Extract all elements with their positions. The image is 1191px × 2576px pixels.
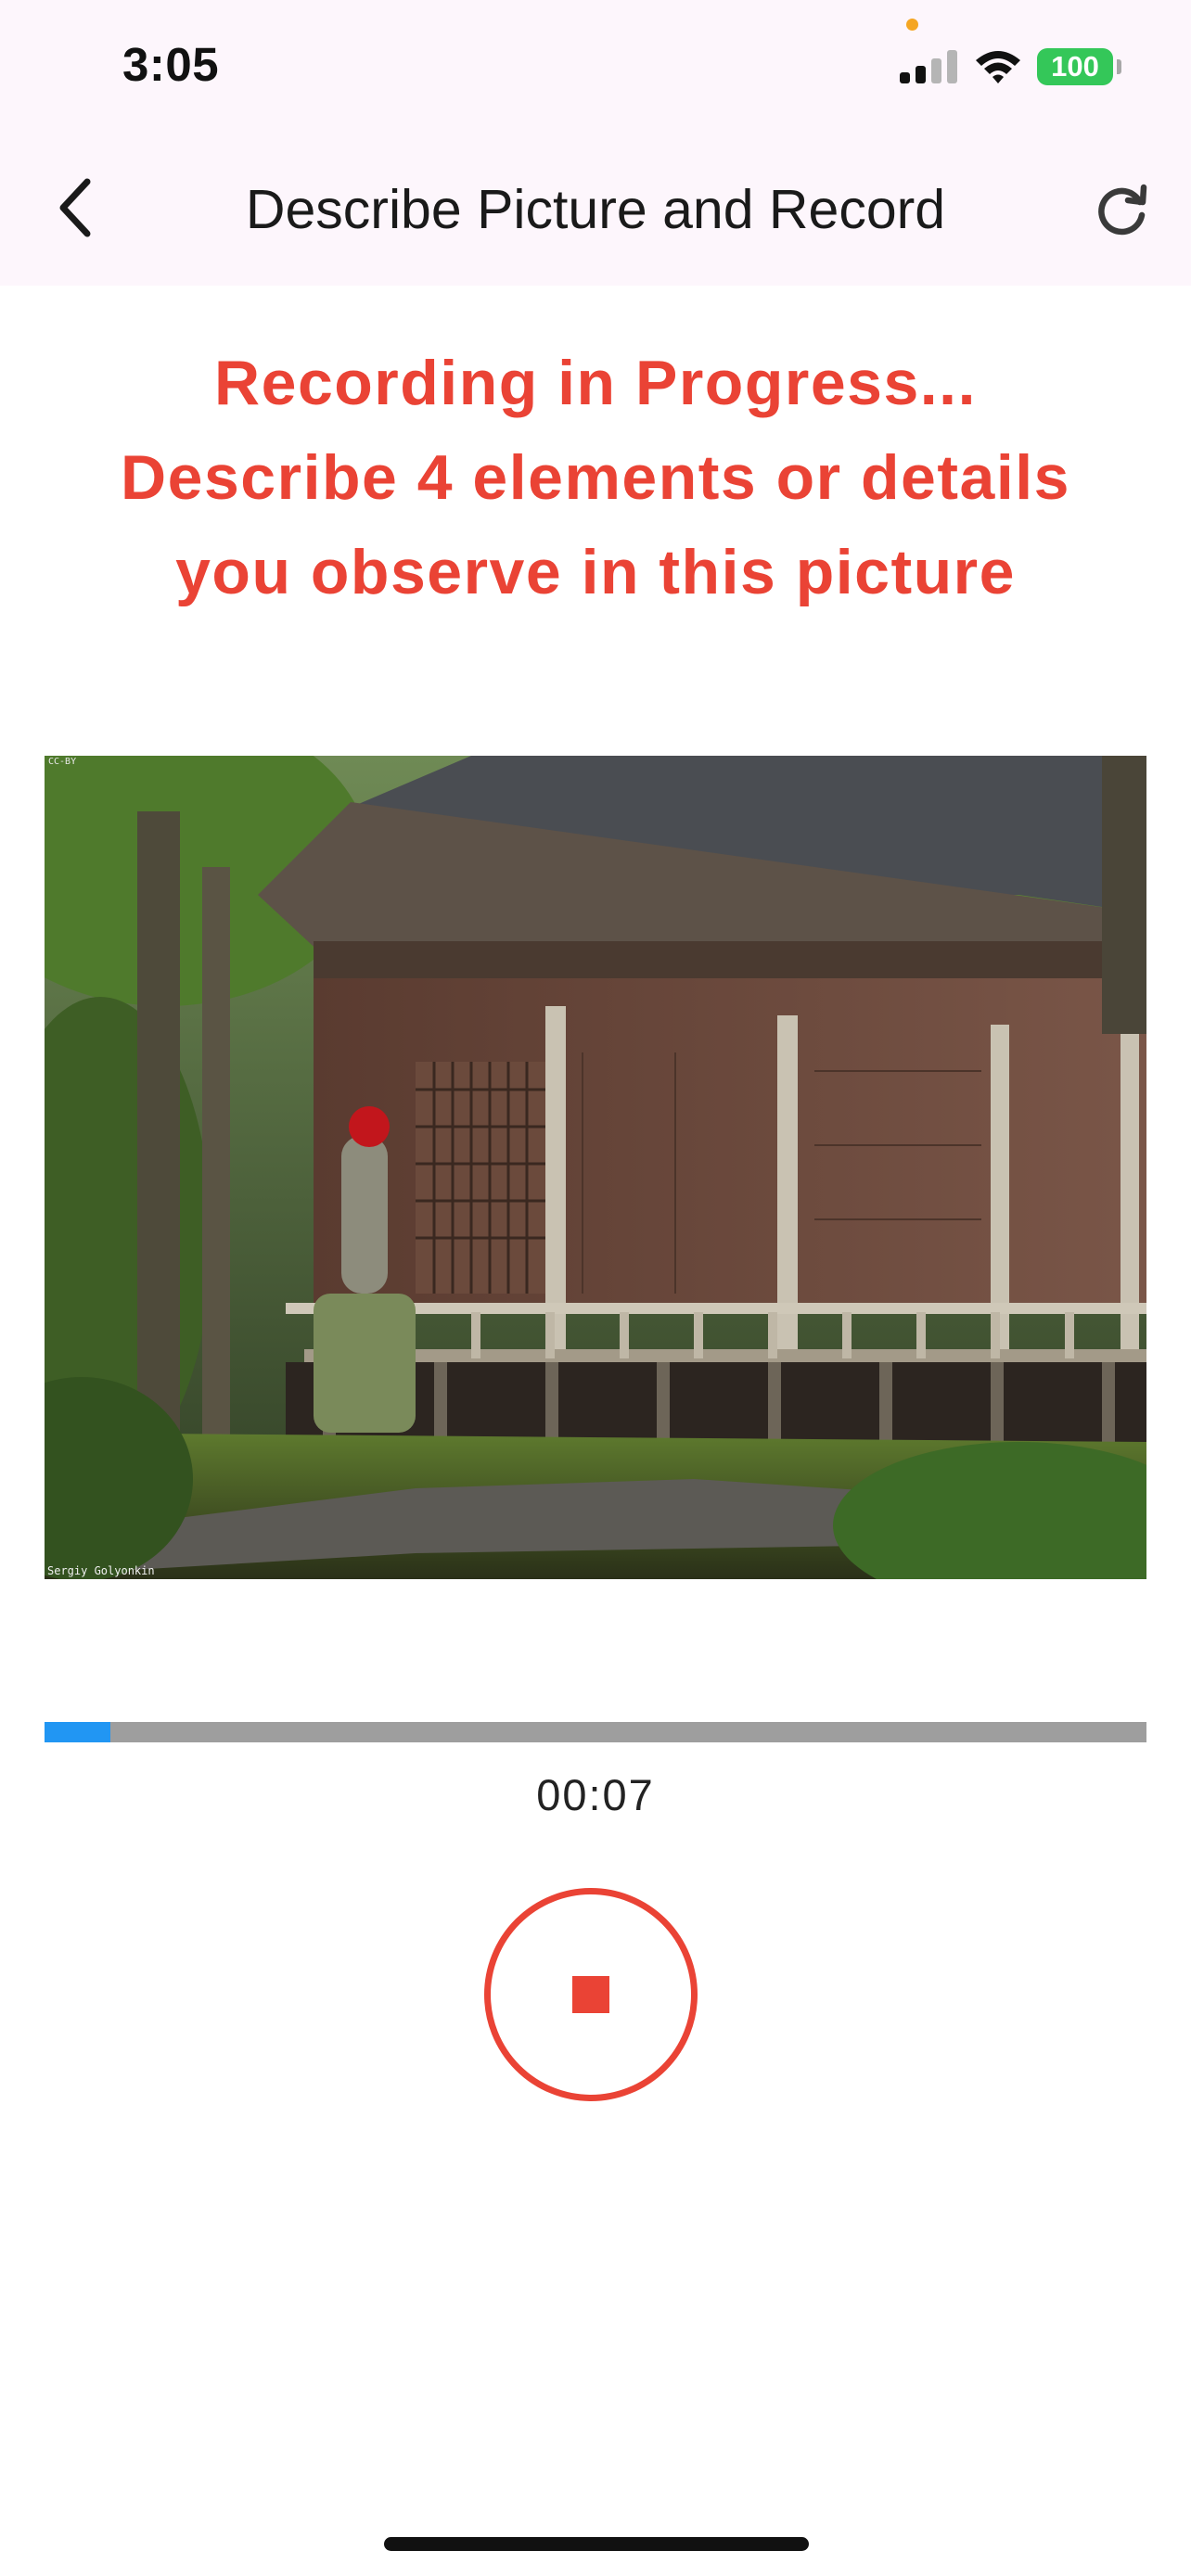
screen: 3:05 100 Describe Picture and Record Rec… <box>0 0 1191 2576</box>
battery-icon: 100 <box>1037 48 1113 85</box>
chevron-left-icon[interactable] <box>48 172 104 243</box>
stop-icon <box>572 1976 609 2013</box>
battery-cap <box>1117 59 1121 74</box>
temple-illustration <box>45 756 1146 1579</box>
credit-license: CC-BY <box>48 757 77 767</box>
progress-fill <box>45 1722 111 1742</box>
instruction-line-3: you observe in this picture <box>175 537 1016 607</box>
status-time: 3:05 <box>122 38 220 91</box>
temple-picture: CC-BY Sergiy Golyonkin <box>45 756 1146 1579</box>
photo-credit: Sergiy Golyonkin <box>47 1564 155 1577</box>
header-area: 3:05 100 Describe Picture and Record <box>0 0 1191 286</box>
instruction-heading: Recording in Progress... Describe 4 elem… <box>37 336 1154 619</box>
instruction-line-2: Describe 4 elements or details <box>121 442 1070 513</box>
privacy-indicator-dot <box>906 19 918 31</box>
home-indicator[interactable] <box>384 2537 809 2551</box>
stop-recording-button[interactable] <box>484 1888 698 2101</box>
instruction-line-1: Recording in Progress... <box>214 348 977 418</box>
recording-progress-bar <box>45 1722 1146 1742</box>
signal-icon <box>900 50 957 83</box>
recording-timer: 00:07 <box>536 1770 655 1819</box>
page-title: Describe Picture and Record <box>245 179 946 240</box>
refresh-icon[interactable] <box>1093 180 1152 239</box>
wifi-icon <box>976 51 1020 83</box>
